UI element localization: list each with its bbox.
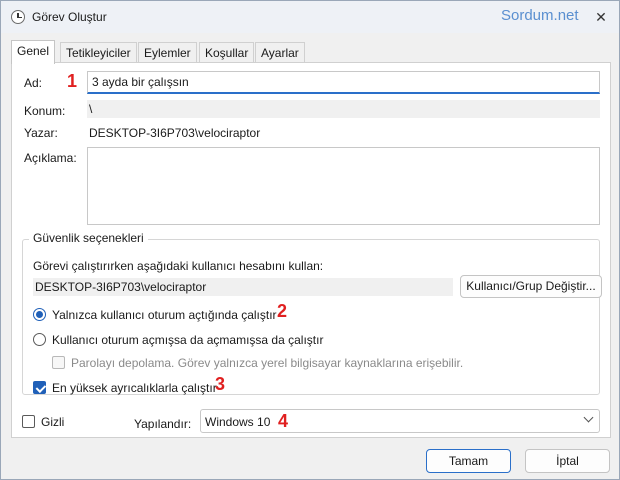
run-whether-logged-on-radio[interactable] [33, 333, 46, 346]
hidden-checkbox[interactable] [22, 415, 35, 428]
general-tab-panel: Ad: 1 Konum: \ Yazar: DESKTOP-3I6P703\ve… [11, 62, 611, 438]
name-label: Ad: [24, 76, 43, 90]
ok-button[interactable]: Tamam [426, 449, 511, 473]
configure-dropdown[interactable]: Windows 10 [200, 409, 600, 433]
chevron-down-icon [583, 412, 594, 423]
author-label: Yazar: [24, 126, 58, 140]
description-textarea[interactable] [87, 147, 600, 225]
tab-settings[interactable]: Ayarlar [255, 42, 305, 63]
name-input[interactable] [87, 71, 600, 94]
close-button[interactable]: ✕ [583, 1, 619, 33]
cancel-button[interactable]: İptal [525, 449, 610, 473]
tab-actions[interactable]: Eylemler [138, 42, 197, 63]
location-value: \ [89, 102, 93, 116]
run-only-logged-on-label: Yalnızca kullanıcı oturum açtığında çalı… [52, 308, 277, 322]
configure-label: Yapılandır: [134, 417, 192, 431]
marker-2: 2 [277, 301, 288, 321]
marker-4: 4 [278, 411, 289, 431]
highest-privileges-label: En yüksek ayrıcalıklarla çalıştır [52, 381, 217, 395]
configure-value: Windows 10 [205, 415, 271, 429]
task-dialog-window: Görev Oluştur Sordum.net ✕ Genel Tetikle… [0, 0, 620, 480]
run-whether-logged-on-label: Kullanıcı oturum açmışsa da açmamışsa da… [52, 333, 324, 347]
marker-1: 1 [67, 71, 78, 91]
run-only-logged-on-radio[interactable] [33, 308, 46, 321]
marker-3: 3 [215, 374, 226, 394]
clock-icon [11, 10, 25, 24]
description-label: Açıklama: [24, 151, 77, 165]
user-account-field: DESKTOP-3I6P703\velociraptor [33, 278, 453, 296]
tab-triggers[interactable]: Tetikleyiciler [60, 42, 137, 63]
security-group-title: Güvenlik seçenekleri [29, 231, 148, 245]
change-user-button[interactable]: Kullanıcı/Grup Değiştir... [460, 275, 602, 298]
run-as-text: Görevi çalıştırırken aşağıdaki kullanıcı… [33, 259, 324, 273]
title-bar: Görev Oluştur Sordum.net ✕ [1, 1, 619, 33]
author-value: DESKTOP-3I6P703\velociraptor [89, 126, 261, 140]
watermark-text: Sordum.net [501, 7, 579, 24]
location-field: \ [87, 100, 600, 118]
highest-privileges-checkbox[interactable] [33, 381, 46, 394]
security-options-group: Güvenlik seçenekleri Görevi çalıştırırke… [22, 231, 602, 395]
tab-general[interactable]: Genel [11, 40, 56, 64]
location-label: Konum: [24, 104, 66, 118]
tab-conditions[interactable]: Koşullar [199, 42, 255, 63]
do-not-store-password-checkbox[interactable] [52, 356, 65, 369]
window-title: Görev Oluştur [32, 10, 107, 24]
hidden-label: Gizli [41, 415, 65, 429]
do-not-store-password-label: Parolayı depolama. Görev yalnızca yerel … [71, 356, 464, 370]
user-account-value: DESKTOP-3I6P703\velociraptor [35, 280, 207, 294]
